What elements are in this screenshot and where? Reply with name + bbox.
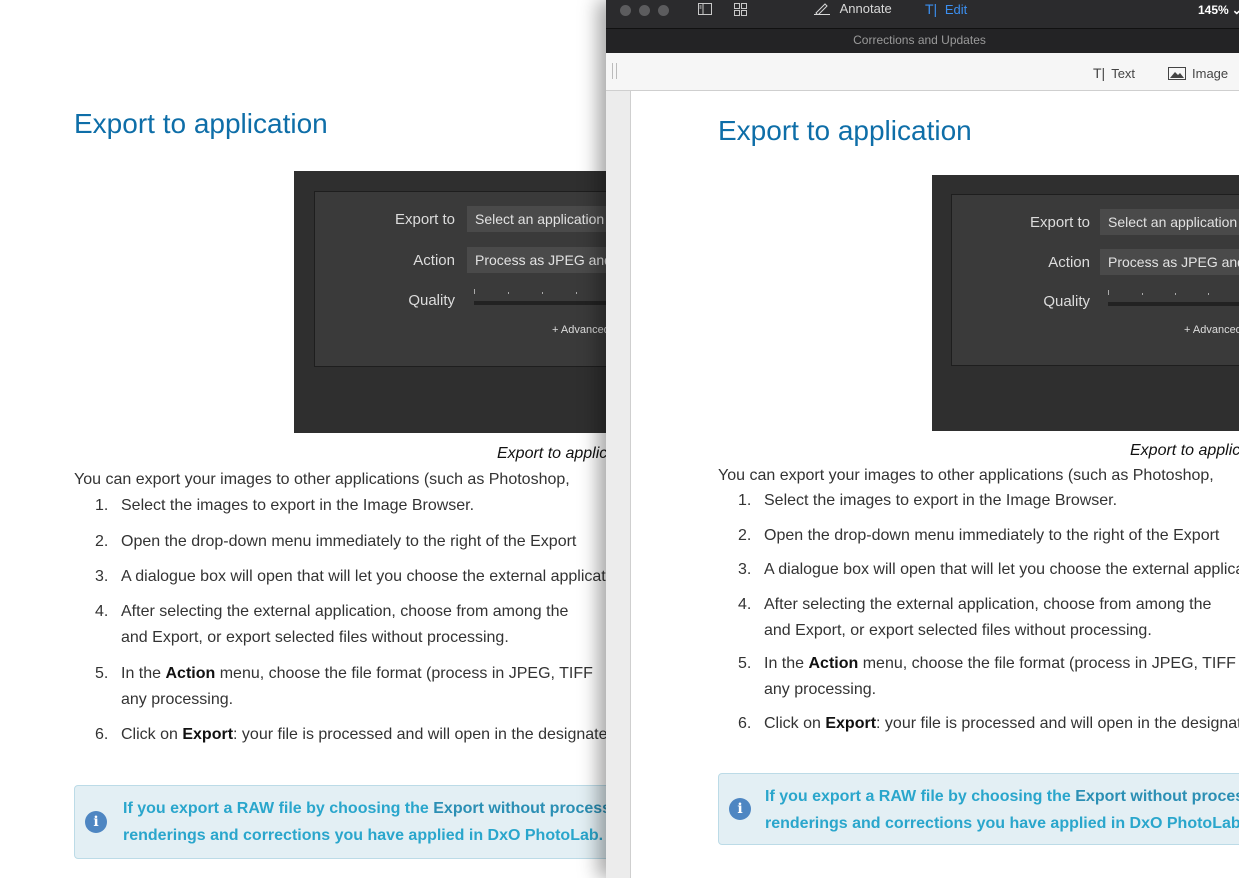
note-text: If you export a RAW file by choosing the… bbox=[123, 800, 636, 844]
annotate-button[interactable]: Annotate bbox=[814, 1, 892, 16]
shot-export-label: Export to bbox=[394, 211, 455, 228]
doc-title: Export to application bbox=[74, 108, 328, 139]
page-thumbnail-sidebar[interactable] bbox=[606, 91, 631, 878]
document-title-bar: Corrections and Updates bbox=[606, 28, 1239, 53]
list-item: 4. After selecting the external applicati… bbox=[738, 596, 1212, 639]
list-item: 2. Open the drop-down menu immediately to… bbox=[738, 527, 1220, 544]
edit-toolbar: T| Text Image bbox=[606, 53, 1239, 91]
add-image-button[interactable]: Image bbox=[1168, 65, 1228, 81]
info-note: i If you export a RAW file by choosing t… bbox=[74, 785, 676, 859]
thumbnail-grid-icon[interactable] bbox=[734, 3, 747, 18]
list-item: 3. A dialogue box will open that will let… bbox=[95, 568, 628, 585]
export-dialog-screenshot: Export to Select an application Action P… bbox=[294, 171, 634, 433]
shot-action-label: Action bbox=[1048, 254, 1090, 271]
shot-quality-label: Quality bbox=[408, 292, 455, 309]
figure-caption: Export to application bbox=[1130, 442, 1239, 459]
doc-title: Export to application bbox=[718, 115, 972, 146]
shot-quality-label: Quality bbox=[1043, 293, 1090, 310]
shot-export-field: Select an application bbox=[1100, 209, 1239, 235]
list-item: 6. Click on Export: your file is processe… bbox=[95, 726, 617, 743]
sidebar-toggle-icon[interactable] bbox=[698, 3, 712, 17]
info-icon: i bbox=[729, 798, 751, 820]
info-icon: i bbox=[85, 811, 107, 833]
list-item: 5. In the Action menu, choose the file fo… bbox=[738, 655, 1236, 698]
list-item: 4. After selecting the external applicati… bbox=[95, 603, 569, 646]
edit-button[interactable]: T| Edit bbox=[925, 1, 967, 17]
text-cursor-icon: T| bbox=[1093, 65, 1106, 81]
pencil-icon bbox=[814, 1, 830, 16]
list-item: 5. In the Action menu, choose the file fo… bbox=[95, 665, 593, 708]
list-item: 3. A dialogue box will open that will let… bbox=[738, 561, 1239, 578]
add-text-button[interactable]: T| Text bbox=[1093, 65, 1135, 81]
chevron-down-icon: ⌄ bbox=[1231, 3, 1239, 17]
text-cursor-icon: T| bbox=[925, 1, 938, 17]
app-window: Annotate T| Edit 145% ⌄ Corrections and U… bbox=[606, 0, 1239, 878]
shot-quality-slider bbox=[1108, 302, 1239, 306]
shot-export-label: Export to bbox=[1029, 214, 1090, 231]
export-dialog-screenshot: Export to Select an application Action P… bbox=[932, 175, 1239, 431]
window-titlebar: Annotate T| Edit 145% ⌄ bbox=[606, 0, 1239, 28]
intro-paragraph: You can export your images to other appl… bbox=[74, 471, 570, 488]
list-item: 2. Open the drop-down menu immediately to… bbox=[95, 533, 577, 550]
resize-grip[interactable] bbox=[612, 63, 617, 79]
zoom-window-button[interactable] bbox=[658, 5, 669, 16]
minimize-window-button[interactable] bbox=[639, 5, 650, 16]
shot-advanced-link: + Advanced bbox=[1184, 324, 1239, 336]
document-title: Corrections and Updates bbox=[853, 33, 986, 47]
list-item: 1. Select the images to export in the Ima… bbox=[738, 492, 1118, 509]
close-window-button[interactable] bbox=[620, 5, 631, 16]
list-item: 1. Select the images to export in the Ima… bbox=[95, 497, 475, 514]
document-page[interactable]: Export to application Export to Select a… bbox=[631, 91, 1239, 878]
info-note: i If you export a RAW file by choosing t… bbox=[718, 773, 1239, 845]
shot-advanced-link: + Advanced bbox=[552, 324, 610, 336]
image-icon bbox=[1168, 65, 1186, 81]
intro-paragraph: You can export your images to other appl… bbox=[718, 467, 1214, 484]
shot-action-label: Action bbox=[413, 252, 455, 269]
list-item: 6. Click on Export: your file is processe… bbox=[738, 715, 1239, 732]
shot-action-field: Process as JPEG and bbox=[1100, 249, 1239, 275]
zoom-level[interactable]: 145% ⌄ bbox=[1198, 3, 1239, 17]
note-text: If you export a RAW file by choosing the… bbox=[765, 788, 1239, 832]
